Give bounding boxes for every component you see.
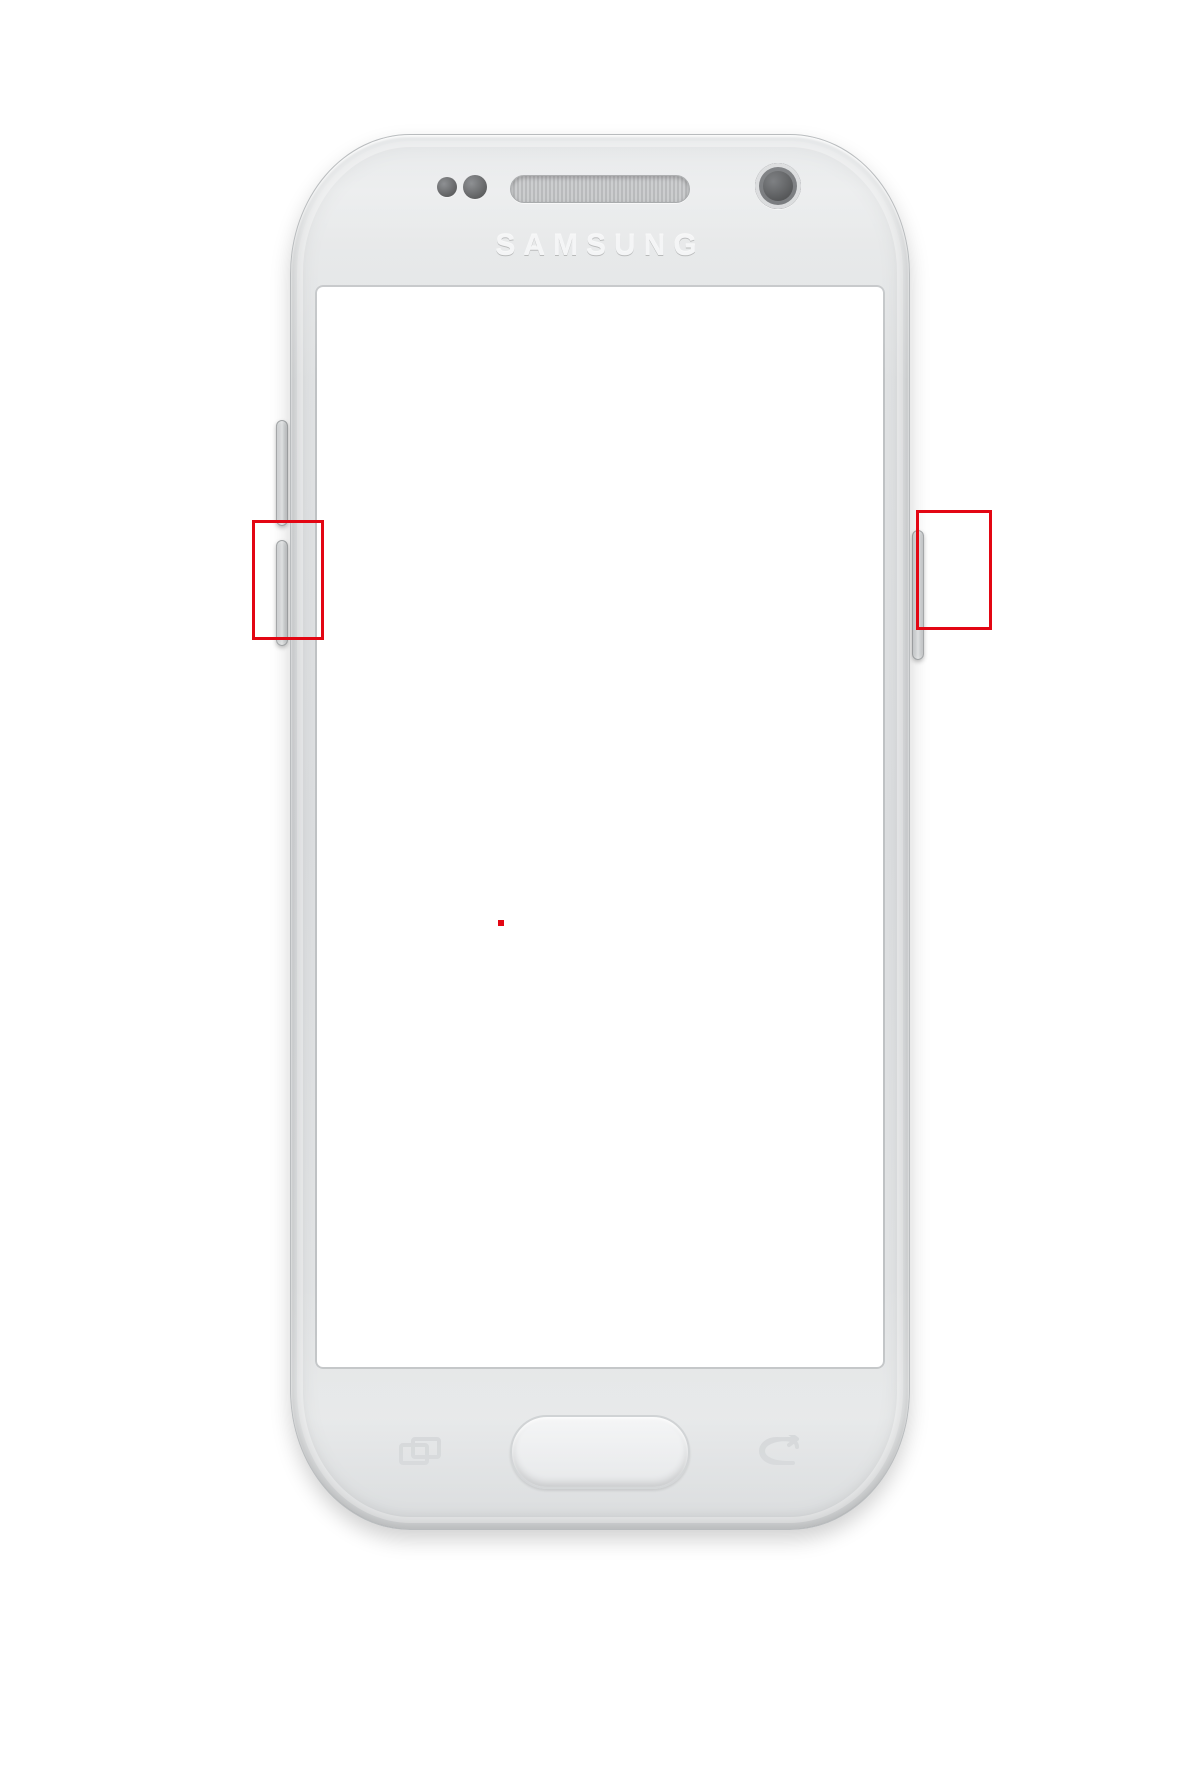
phone-body: SAMSUNG: [290, 134, 910, 1530]
brand-label: SAMSUNG: [291, 229, 909, 263]
recents-icon[interactable]: [397, 1435, 443, 1467]
home-button[interactable]: [510, 1415, 690, 1489]
annotation-dot: [498, 920, 504, 926]
front-camera-icon: [755, 163, 801, 209]
diagram-stage: SAMSUNG: [0, 0, 1200, 1780]
volume-down-button[interactable]: [276, 540, 288, 646]
back-icon[interactable]: [757, 1435, 803, 1467]
phone-wrapper: SAMSUNG: [262, 134, 938, 1530]
proximity-sensor-icon: [437, 177, 457, 197]
power-button[interactable]: [912, 530, 924, 660]
ambient-sensor-icon: [463, 175, 487, 199]
volume-up-button[interactable]: [276, 420, 288, 526]
earpiece-speaker-icon: [510, 175, 690, 203]
phone-screen[interactable]: [315, 285, 885, 1369]
